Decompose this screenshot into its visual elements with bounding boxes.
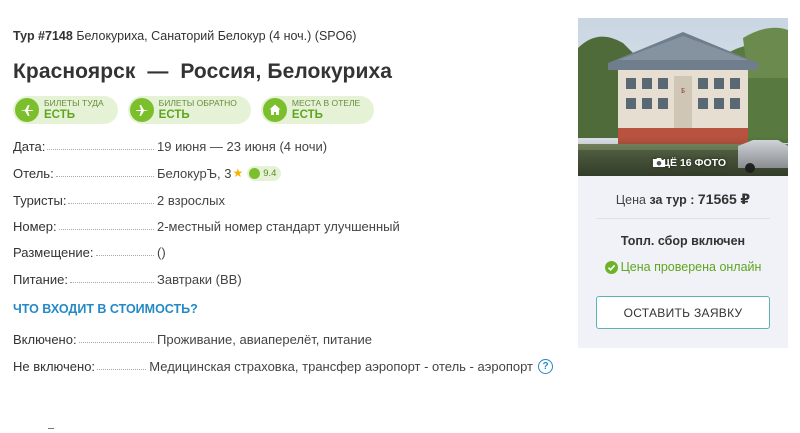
price-prefix: Цена [615,193,646,207]
detail-row-room: Номер: 2-местный номер стандарт улучшенн… [13,217,553,235]
detail-value-hotel[interactable]: БелокурЪ, 3 [157,166,231,181]
detail-label: Туристы: [13,192,67,208]
detail-value-not-included: Медицинская страховка, трансфер аэропорт… [149,358,533,374]
badge-outbound-tickets: Билеты туда ЕСТЬ [13,96,118,124]
badge-outbound-label: Билеты туда [44,98,104,108]
detail-row-tourists: Туристы: 2 взрослых [13,191,553,209]
hotel-photo-image: Б [578,18,788,176]
tour-description: Белокуриха, Санаторий Белокур (4 ноч.) (… [76,29,357,43]
star-icon: ★ [232,166,244,180]
svg-text:Б: Б [681,87,685,95]
detail-value-meals: Завтраки (BB) [157,271,242,287]
badge-hotel-status: ЕСТЬ [291,108,323,121]
price-verified-text: Цена проверена онлайн [620,260,762,274]
availability-badges: Билеты туда ЕСТЬ Билеты обратно ЕСТЬ Мес… [13,96,375,124]
badge-return-label: Билеты обратно [158,98,237,108]
plane-return-icon [129,98,154,122]
price-for-label: за тур : [649,193,695,207]
detail-label: Отель: [13,165,54,181]
help-icon[interactable]: ? [538,358,553,374]
whats-included-link[interactable]: Что входит в стоимость? [13,302,198,316]
detail-row-placement: Размещение: () [13,243,553,261]
detail-value-date: 19 июня — 23 июня (4 ночи) [157,138,328,154]
detail-value-included: Проживание, авиаперелёт, питание [157,331,372,347]
badge-return-tickets: Билеты обратно ЕСТЬ [127,96,251,124]
detail-label: Размещение: [13,244,94,260]
detail-row-date: Дата: 19 июня — 23 июня (4 ночи) [13,137,553,155]
hotel-rating-badge[interactable]: 9.4 [247,165,282,181]
hotel-photo[interactable]: Б ЕЩЁ 16 ФОТО [578,18,788,176]
detail-value-tourists: 2 взрослых [157,192,225,208]
house-icon [262,98,287,122]
hotel-rating-value: 9.4 [263,167,277,179]
badge-return-status: ЕСТЬ [158,108,190,121]
badge-outbound-status: ЕСТЬ [44,108,75,121]
detail-label: Не включено: [13,358,96,374]
detail-value-room: 2-местный номер стандарт улучшенный [157,218,400,234]
detail-row-hotel: Отель: БелокурЪ, 3 ★ 9.4 [13,164,553,182]
plane-icon [15,98,39,122]
price-line: Цена за тур : 71565 ₽ [578,191,788,208]
badge-hotel-rooms: Места в отеле ЕСТЬ [260,96,375,124]
price-divider [596,218,770,219]
badge-hotel-label: Места в отеле [291,98,361,108]
detail-label: Дата: [13,138,46,154]
detail-label: Питание: [13,271,68,287]
detail-label: Номер: [13,218,57,234]
price-verified: Цена проверена онлайн [578,260,788,274]
detail-row-meals: Питание: Завтраки (BB) [13,270,553,288]
fuel-fee-text: Топл. сбор включен [620,234,746,248]
price-currency: ₽ [740,191,751,207]
camera-icon [653,158,666,167]
detail-value-placement: () [157,244,166,260]
price-amount: 71565 [697,191,737,207]
detail-row-included: Включено: Проживание, авиаперелёт, питан… [13,330,553,348]
divider-fragment [48,428,54,429]
tour-id: Тур #7148 [13,29,73,43]
detail-row-not-included: Не включено: Медицинская страховка, тран… [13,357,553,375]
price-panel: Цена за тур : 71565 ₽ Топл. сбор включен… [578,176,788,348]
submit-request-button[interactable]: Оставить заявку [596,296,770,329]
check-circle-icon [604,260,618,274]
photo-count-link[interactable]: ЕЩЁ 16 ФОТО [652,157,726,169]
tour-header: Тур #7148 Белокуриха, Санаторий Белокур … [13,29,356,43]
detail-label: Включено: [13,331,77,347]
smile-icon [249,167,261,179]
tour-route-title: Красноярск — Россия, Белокуриха [13,60,393,83]
